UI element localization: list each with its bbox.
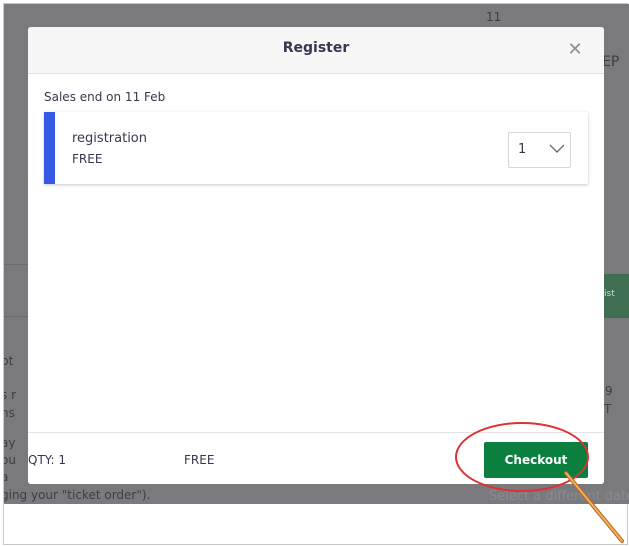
- background-text: 9: [605, 384, 613, 398]
- background-text: 11: [486, 10, 502, 24]
- background-text: ging your "ticket order").: [4, 488, 151, 502]
- background-text: a: [4, 470, 9, 484]
- ticket-price: FREE: [72, 152, 103, 166]
- close-icon[interactable]: ✕: [566, 41, 584, 59]
- footer-total: FREE: [184, 453, 215, 467]
- background-text: s r: [4, 388, 16, 402]
- background-button-label: ist: [604, 289, 615, 299]
- background-text: pt: [4, 354, 14, 368]
- ticket-name: registration: [72, 131, 148, 146]
- background-text: T: [604, 402, 612, 416]
- quantity-value: 1: [518, 142, 527, 157]
- background-divider: [4, 264, 28, 265]
- quantity-select[interactable]: 1: [508, 132, 571, 168]
- sales-end-text: Sales end on 11 Feb: [44, 90, 166, 104]
- ticket-card: registration FREE 1: [44, 112, 588, 184]
- background-text: ay: [4, 436, 16, 450]
- annotation-arrow: [564, 471, 624, 543]
- modal-title: Register: [282, 40, 350, 56]
- background-text: EP: [602, 54, 620, 70]
- background-text: ou: [4, 453, 16, 467]
- ticket-accent-bar: [44, 112, 55, 184]
- background-register-button: ist: [600, 274, 629, 318]
- footer-quantity: QTY: 1: [28, 453, 67, 467]
- modal-header: Register ✕: [28, 27, 604, 74]
- register-modal: Register ✕ Sales end on 11 Feb registrat…: [28, 27, 604, 484]
- background-divider: [4, 316, 28, 317]
- background-text: ns: [4, 406, 15, 420]
- chevron-down-icon: [549, 144, 565, 153]
